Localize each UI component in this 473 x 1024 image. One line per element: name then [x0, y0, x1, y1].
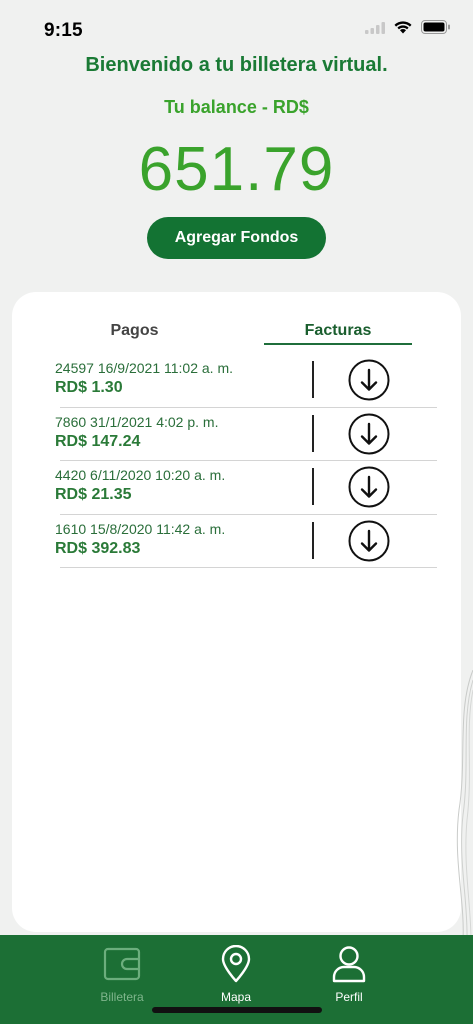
tabbar-label: Mapa: [220, 990, 252, 1004]
add-funds-button[interactable]: Agregar Fondos: [147, 217, 326, 259]
invoice-info: 7860 31/1/2021 4:02 p. m.: [55, 413, 219, 430]
balance-value: 651.79: [138, 135, 335, 204]
welcome-title: Bienvenido a tu billetera virtual.: [85, 54, 388, 76]
row-divider: [312, 468, 314, 505]
invoice-amount: RD$ 1.30: [55, 379, 123, 396]
decorative-pattern: [456, 670, 473, 940]
signal-icon: [365, 21, 385, 39]
status-bar: 9:15: [0, 0, 473, 58]
invoice-info: 4420 6/11/2020 10:20 a. m.: [55, 467, 226, 483]
invoice-row: 1610 15/8/2020 11:42 a. m. RD$ 392.83: [12, 515, 461, 568]
row-separator: [60, 567, 437, 568]
tab-pagos[interactable]: Pagos: [57, 322, 212, 340]
download-icon[interactable]: [348, 466, 390, 508]
tabbar-item-perfil[interactable]: Perfil: [309, 945, 389, 1004]
invoice-info: 24597 16/9/2021 11:02 a. m.: [55, 360, 233, 376]
tabbar-item-billetera[interactable]: Billetera: [82, 945, 162, 1004]
invoice-row: 7860 31/1/2021 4:02 p. m. RD$ 147.24: [12, 408, 461, 461]
invoice-list: 24597 16/9/2021 11:02 a. m. RD$ 1.30 786…: [12, 354, 461, 568]
wallet-icon: [102, 947, 142, 987]
transactions-card: Pagos Facturas 24597 16/9/2021 11:02 a. …: [12, 292, 461, 932]
row-divider: [312, 361, 314, 398]
download-icon[interactable]: [348, 413, 390, 455]
tabbar-label: Perfil: [335, 990, 363, 1004]
user-icon: [329, 946, 369, 987]
invoice-row: 4420 6/11/2020 10:20 a. m. RD$ 21.35: [12, 461, 461, 515]
download-icon[interactable]: [348, 520, 390, 562]
tab-facturas[interactable]: Facturas: [264, 322, 412, 340]
tabbar-label: Billetera: [100, 990, 144, 1004]
status-icons: [365, 20, 451, 39]
invoice-row: 24597 16/9/2021 11:02 a. m. RD$ 1.30: [12, 354, 461, 408]
wallet-screen: 9:15 Bienvenido a tu billetera virtual. …: [0, 0, 473, 1024]
home-indicator: [152, 1007, 322, 1013]
invoice-info: 1610 15/8/2020 11:42 a. m.: [55, 520, 226, 537]
wifi-icon: [393, 20, 413, 39]
row-divider: [312, 414, 314, 452]
tabbar-item-mapa[interactable]: Mapa: [196, 944, 276, 1004]
map-pin-icon: [216, 944, 256, 987]
invoice-amount: RD$ 21.35: [55, 486, 132, 503]
status-time: 9:15: [44, 20, 83, 41]
balance-label: Tu balance - RD$: [164, 97, 309, 117]
battery-icon: [421, 20, 451, 39]
invoice-amount: RD$ 147.24: [55, 432, 141, 450]
download-icon[interactable]: [348, 359, 390, 401]
row-divider: [312, 521, 314, 559]
invoice-amount: RD$ 392.83: [55, 539, 141, 557]
active-tab-indicator: [264, 343, 412, 345]
